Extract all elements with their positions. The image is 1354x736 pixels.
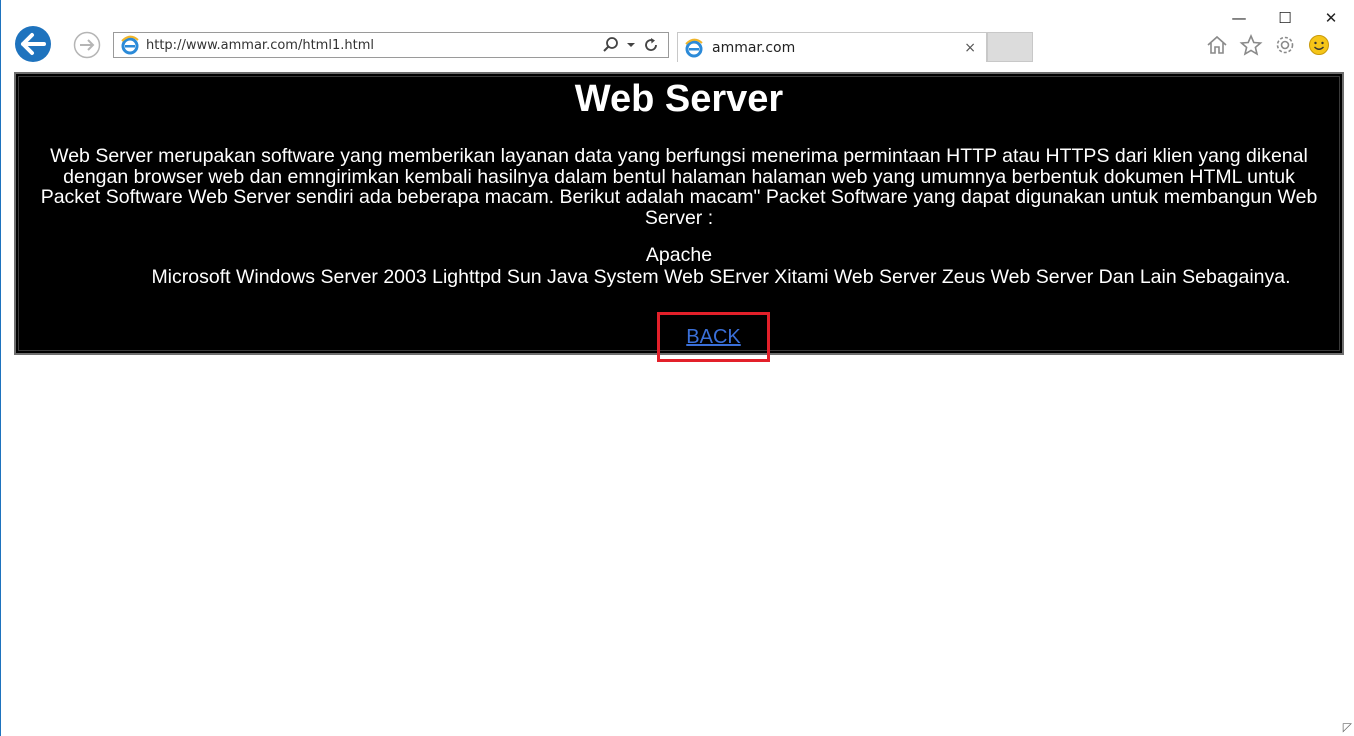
dropdown-icon[interactable] [626, 36, 636, 54]
settings-gear-icon[interactable] [1271, 32, 1299, 58]
back-arrow-icon [15, 26, 51, 62]
back-link-highlight: BACK [657, 312, 770, 362]
close-window-button[interactable]: ✕ [1308, 6, 1354, 30]
back-button[interactable] [5, 25, 61, 63]
favorites-star-icon[interactable] [1237, 32, 1265, 58]
window-controls: — ☐ ✕ [1216, 6, 1354, 30]
search-icon[interactable] [602, 36, 620, 54]
description-paragraph: Web Server merupakan software yang membe… [40, 145, 1318, 229]
back-link[interactable]: BACK [686, 326, 740, 349]
new-tab-button[interactable] [987, 32, 1033, 62]
software-list-rest: Microsoft Windows Server 2003 Lighttpd S… [151, 265, 1291, 288]
window-border [0, 0, 1, 736]
refresh-icon[interactable] [642, 36, 660, 54]
maximize-button[interactable]: ☐ [1262, 6, 1308, 30]
tab-title: ammar.com [712, 39, 796, 56]
browser-toolbar [1203, 32, 1333, 58]
forward-arrow-icon [73, 31, 101, 59]
tab-ammar[interactable]: ammar.com × [677, 32, 987, 62]
resize-grip-icon[interactable]: ◸ [1343, 720, 1352, 734]
address-bar[interactable]: http://www.ammar.com/html1.html [113, 32, 669, 58]
ie-logo-icon [118, 33, 142, 57]
software-item-apache: Apache [645, 244, 713, 266]
home-icon[interactable] [1203, 32, 1231, 58]
url-text[interactable]: http://www.ammar.com/html1.html [146, 38, 602, 53]
content-panel: Web Server Web Server merupakan software… [14, 72, 1344, 362]
minimize-button[interactable]: — [1216, 6, 1262, 30]
page-title: Web Server [574, 78, 784, 120]
tab-close-icon[interactable]: × [964, 40, 976, 56]
feedback-smiley-icon[interactable] [1305, 32, 1333, 58]
software-list: Apache Microsoft Windows Server 2003 Lig… [40, 244, 1318, 288]
forward-button[interactable] [68, 31, 106, 59]
ie-logo-icon [682, 36, 706, 60]
